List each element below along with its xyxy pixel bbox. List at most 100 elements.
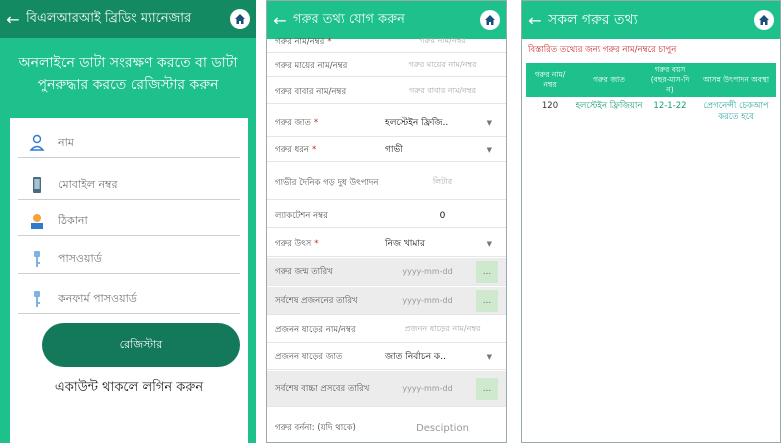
dropdown-arrow-icon: ▼ [486,239,492,248]
cow-list-app-bar: ← সকল গরুর তথ্য [522,1,780,39]
father-name-label: গরুর বাবার নাম/নম্বর [275,86,347,97]
phone-icon [24,174,50,196]
cow-name-input[interactable]: গরুর নাম/নম্বর [379,35,506,48]
required-mark: * [311,144,317,155]
tap-hint: বিস্তারিত তথ্যের জন্য গরুর নাম/নম্বরে চা… [528,45,677,55]
cow-name-row: গরুর নাম/নম্বর * গরুর নাম/নম্বর [267,31,506,53]
source-label: গরুর উৎস [275,238,312,249]
address-field[interactable] [18,206,240,236]
last-breeding-date-input[interactable]: yyyy-mm-dd [379,296,476,305]
lactation-row: ল্যাকটেশন নম্বর 0 [267,204,506,228]
mother-name-row: গরুর মায়ের নাম/নম্বর গরুর মায়ের নাম/নম… [267,55,506,77]
cell-breed: হলস্টেইন ফ্রিজিয়ান [575,101,643,111]
register-button[interactable]: রেজিস্টার [42,323,240,367]
login-link[interactable]: একাউন্ট থাকলে লগিন করুন [10,378,248,399]
father-name-row: গরুর বাবার নাম/নম্বর গরুর বাবার নাম/নম্ব… [267,80,506,104]
milk-yield-input[interactable]: লিটার [379,176,506,189]
cell-age: 12-1-22 [653,101,687,111]
person-icon [24,132,50,154]
address-input[interactable] [58,214,218,227]
date-picker-button[interactable]: ... [476,260,498,283]
bull-breed-label: প্রজনন ষাড়ের জাত [275,351,343,362]
password-input[interactable] [58,252,218,265]
cell-status: প্রেগনেন্সী চেকআপ করতে হবে [703,101,769,122]
add-cow-screen: ← গরুর তথ্য যোগ করুন গরুর নাম/নম্বর * গরু… [266,0,507,443]
home-icon[interactable] [754,10,774,30]
dropdown-arrow-icon: ▼ [486,118,492,127]
header-status: আসন্ন উৎপাদন অবস্থা [702,75,770,84]
cow-type-label: গরুর ধরন [275,144,309,155]
register-card: রেজিস্টার একাউন্ট থাকলে লগিন করুন [10,118,248,443]
description-label: গরুর বর্ননা: (যদি থাকে) [275,423,356,433]
cow-type-select[interactable]: গাভী ▼ [379,142,506,157]
name-field[interactable] [18,128,240,158]
cow-table: গরুর নাম/ নম্বর গরুর জাত গরুর বয়স (বছর-… [526,63,776,127]
last-breeding-date-row: সর্বশেষ প্রজননের তারিখ yyyy-mm-dd... [267,287,506,315]
lactation-label: ল্যাকটেশন নম্বর [275,210,328,221]
table-row[interactable]: 120 হলস্টেইন ফ্রিজিয়ান 12-1-22 প্রেগনেন… [526,97,776,127]
app-title: বিএলআরআই ব্রিডিং ম্যানেজার [26,10,192,26]
header-breed: গরুর জাত [593,75,625,84]
header-age: গরুর বয়স (বছর-মাস-দি ন) [650,65,690,94]
bull-breed-value: জাত নির্বাচন ক.. [385,352,446,362]
source-value: নিজ খামার [385,239,425,249]
milk-yield-row: গাভীর দৈনিক গড় দুধ উৎপাদন লিটার [267,166,506,200]
back-arrow-icon[interactable]: ← [522,11,548,30]
cow-list-screen: ← সকল গরুর তথ্য বিস্তারিত তথ্যের জন্য গর… [521,0,781,443]
mobile-field[interactable] [18,170,240,200]
bull-name-label: প্রজনন ষাড়ের নাম/নম্বর [275,324,356,335]
breed-row: গরুর জাত * হলস্টেইন ফ্রিজি.. ▼ [267,109,506,137]
birth-date-input[interactable]: yyyy-mm-dd [379,267,476,276]
birth-date-label: গরুর জন্ম তারিখ [275,266,333,277]
mobile-input[interactable] [58,178,218,191]
lactation-input[interactable]: 0 [379,211,506,221]
description-input[interactable]: Desciption [379,423,506,434]
home-icon[interactable] [480,10,500,30]
table-header: গরুর নাম/ নম্বর গরুর জাত গরুর বয়স (বছর-… [526,63,776,97]
bull-breed-select[interactable]: জাত নির্বাচন ক.. ▼ [379,349,506,364]
mother-name-label: গরুর মায়ের নাম/নম্বর [275,60,348,71]
breed-label: গরুর জাত [275,117,311,128]
bull-breed-row: প্রজনন ষাড়ের জাত জাত নির্বাচন ক.. ▼ [267,344,506,370]
dropdown-arrow-icon: ▼ [486,352,492,361]
register-screen: ← বিএলআরআই ব্রিডিং ম্যানেজার অনলাইনে ডাট… [0,0,256,443]
breed-select[interactable]: হলস্টেইন ফ্রিজি.. ▼ [379,115,506,130]
required-mark: * [313,117,319,128]
dropdown-arrow-icon: ▼ [486,145,492,154]
cow-type-row: গরুর ধরন * গাভী ▼ [267,138,506,162]
back-arrow-icon[interactable]: ← [267,11,293,30]
screen-title: গরুর তথ্য যোগ করুন [293,11,405,27]
birth-date-row: গরুর জন্ম তারিখ yyyy-mm-dd... [267,258,506,286]
mother-name-input[interactable]: গরুর মায়ের নাম/নম্বর [379,59,506,72]
date-picker-button[interactable]: ... [476,289,498,312]
date-picker-button[interactable]: ... [476,377,498,400]
back-arrow-icon[interactable]: ← [0,10,26,29]
breed-value: হলস্টেইন ফ্রিজি.. [385,118,449,128]
cow-name-label: গরুর নাম/নম্বর [275,36,325,47]
bull-name-row: প্রজনন ষাড়ের নাম/নম্বর প্রজনন ষাড়ের না… [267,317,506,343]
cow-type-value: গাভী [385,145,403,155]
home-icon[interactable] [230,9,250,29]
required-mark: * [327,36,332,47]
source-select[interactable]: নিজ খামার ▼ [379,236,506,251]
description-row: গরুর বর্ননা: (যদি থাকে) Desciption [267,415,506,441]
address-icon [24,210,50,232]
cell-name[interactable]: 120 [526,97,574,127]
milk-yield-label: গাভীর দৈনিক গড় দুধ উৎপাদন [275,177,379,188]
confirm-password-input[interactable] [58,292,218,305]
password-key-icon [24,248,50,270]
password-field[interactable] [18,244,240,274]
header-name: গরুর নাম/ নম্বর [534,70,566,89]
name-input[interactable] [58,136,218,149]
source-row: গরুর উৎস * নিজ খামার ▼ [267,231,506,257]
confirm-key-icon [24,288,50,310]
required-mark: * [314,238,319,249]
last-calving-date-input[interactable]: yyyy-mm-dd [379,384,476,393]
bull-name-input[interactable]: প্রজনন ষাড়ের নাম/নম্বর [379,323,506,336]
register-app-bar: ← বিএলআরআই ব্রিডিং ম্যানেজার [0,0,256,38]
father-name-input[interactable]: গরুর বাবার নাম/নম্বর [379,85,506,98]
last-calving-date-row: সর্বশেষ বাচ্চা প্রসবের তারিখ yyyy-mm-dd.… [267,371,506,407]
last-breeding-date-label: সর্বশেষ প্রজননের তারিখ [275,295,358,306]
confirm-password-field[interactable] [18,284,240,314]
screen-title: সকল গরুর তথ্য [548,12,638,28]
